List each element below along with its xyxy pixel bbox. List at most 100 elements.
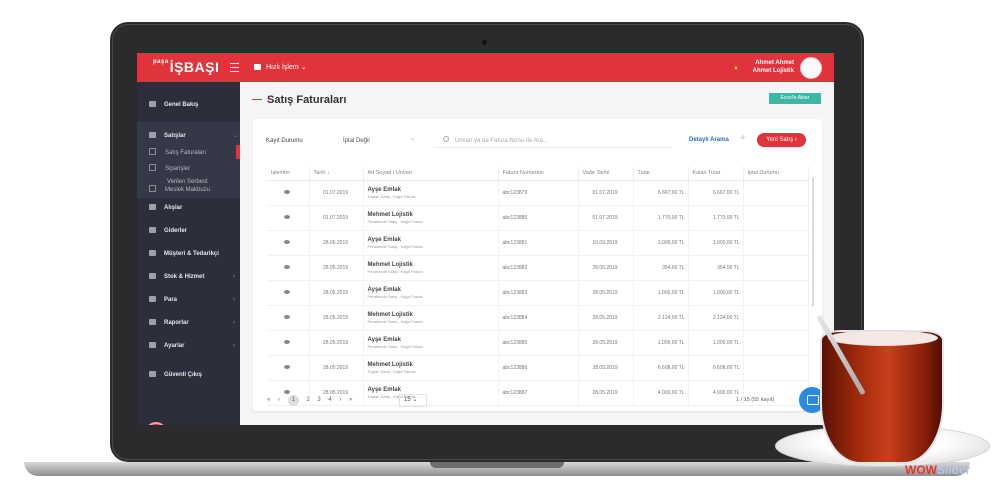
column-header[interactable]: Fatura Numarası	[498, 166, 579, 181]
due-date-cell: 28.05.2019	[578, 380, 634, 406]
sidebar-item-logout[interactable]: Güvenli Çıkış	[149, 370, 202, 380]
date-cell: 28.05.2019	[309, 280, 364, 306]
search-input[interactable]: Unvan ya da Fatura No'su ile Ara...	[435, 135, 672, 148]
sidebar-item-sales-invoices[interactable]: Satış Faturaları	[149, 148, 206, 158]
app-screen: paşaİŞBAŞI Hızlı İşlem ⌄ ▲ Ahmet Ahmet Ah…	[137, 53, 834, 425]
sidebar-item-overview[interactable]: Genel Bakış	[149, 100, 198, 110]
notification-bell-icon[interactable]	[145, 422, 167, 425]
view-icon[interactable]	[284, 240, 291, 244]
invoice-type: Toptan Satış - Kağıt Fatura	[367, 368, 416, 374]
table-cell	[267, 255, 310, 281]
table-row[interactable]: 01.07.2019 Ayşe Emlak Toptan Satış - Kağıt…	[267, 180, 809, 206]
menu-toggle-icon[interactable]	[230, 63, 239, 72]
column-header[interactable]: Tarih ↓	[309, 166, 364, 181]
column-header[interactable]: Tutar	[633, 166, 689, 181]
sidebar-item-receipt[interactable]: Meslek Makbuzu	[149, 185, 210, 195]
plus-icon[interactable]: +	[740, 133, 746, 144]
view-icon[interactable]	[284, 365, 291, 369]
new-sale-button[interactable]: Yeni Satış ›	[757, 133, 806, 147]
invoice-type: Perakende Satış - Kağıt Fatura	[367, 343, 423, 349]
remaining-amount-cell: 1.770,00 TL	[688, 205, 744, 231]
view-icon[interactable]	[284, 340, 291, 344]
invoice-type: Perakende Satış - Kağıt Fatura	[367, 218, 423, 224]
table-row[interactable]: 28.05.2019 Ayşe Emlak Perakende Satış - Ka…	[267, 330, 809, 356]
table-cell	[743, 255, 809, 281]
table-scrollbar[interactable]	[812, 177, 814, 307]
view-icon[interactable]	[284, 390, 291, 394]
sidebar-item-expenses[interactable]: Giderler	[149, 226, 187, 236]
sidebar-item-purchases[interactable]: Alışlar	[149, 203, 182, 213]
invoice-card: Kayıt Durumu İptal Değil Unvan ya da Fat…	[253, 119, 822, 411]
user-menu[interactable]: Ahmet Ahmet Ahmet Lojistik	[753, 59, 794, 75]
amount-cell: 6.667,00 TL	[633, 180, 689, 206]
amount-cell: 2.124,00 TL	[633, 305, 689, 331]
view-icon[interactable]	[284, 315, 291, 319]
sidebar-item-reports[interactable]: Raporlar ›	[149, 318, 235, 328]
sidebar-item-sales[interactable]: Satışlar ⌄	[149, 131, 238, 141]
table-cell: Ayşe Emlak Perakende Satış - Kağıt Fatura	[363, 280, 499, 306]
page-size-select[interactable]: 15 ⌄	[399, 394, 427, 407]
invoice-type: Perakende Satış - Kağıt Fatura	[367, 243, 423, 249]
amount-cell: 1.000,00 TL	[633, 330, 689, 356]
view-icon[interactable]	[284, 290, 291, 294]
remaining-amount-cell: 6.667,00 TL	[688, 180, 744, 206]
table-cell	[743, 230, 809, 256]
invoice-type: Toptan Satış - Kağıt Fatura	[367, 193, 416, 199]
quick-action-menu[interactable]: Hızlı İşlem ⌄	[254, 63, 306, 71]
first-page-button[interactable]: «	[267, 397, 270, 403]
column-header[interactable]: İşlemler	[267, 166, 310, 181]
language-flag-icon[interactable]: ▲	[733, 65, 739, 71]
table-row[interactable]: 28.05.2019 Ayşe Emlak Perakende Satış - Ka…	[267, 280, 809, 306]
column-header[interactable]: Vade Tarihi	[578, 166, 634, 181]
column-header[interactable]: Ad Soyad / Unvan	[363, 166, 499, 181]
table-cell	[267, 330, 310, 356]
prev-page-button[interactable]: ‹	[278, 397, 280, 403]
page-button[interactable]: 3	[317, 397, 320, 403]
invoice-number-cell: abc123887	[498, 380, 579, 406]
table-row[interactable]: 28.06.2019 Ayşe Emlak Perakende Satış - Ka…	[267, 230, 809, 256]
view-icon[interactable]	[284, 215, 291, 219]
app-logo[interactable]: paşaİŞBAŞI	[153, 59, 219, 75]
sidebar-item-money[interactable]: Para ›	[149, 295, 235, 305]
table-cell: Mehmet Lojistik Perakende Satış - Kağıt F…	[363, 255, 499, 281]
next-page-button[interactable]: ›	[339, 397, 341, 403]
customer-name: Ayşe Emlak	[367, 286, 401, 293]
table-row[interactable]: 01.07.2019 Mehmet Lojistik Perakende Satış…	[267, 205, 809, 231]
view-icon[interactable]	[284, 265, 291, 269]
watermark: WOWSlider	[905, 463, 971, 477]
date-cell: 28.06.2019	[309, 230, 364, 256]
excel-export-button[interactable]: Excel'e Aktar	[769, 93, 821, 104]
column-header[interactable]: İptal Durumu	[743, 166, 809, 181]
table-row[interactable]: 28.05.2019 Mehmet Lojistik Toptan Satış - …	[267, 355, 809, 381]
avatar[interactable]	[800, 57, 822, 79]
page-button[interactable]: 1	[287, 395, 299, 406]
sidebar-item-orders[interactable]: Siparişler	[149, 164, 190, 174]
customer-name: Ayşe Emlak	[367, 336, 401, 343]
page-button[interactable]: 2	[306, 397, 309, 403]
invoice-number-cell: abc123883	[498, 280, 579, 306]
last-page-button[interactable]: »	[349, 397, 352, 403]
invoice-number-cell: abc123881	[498, 230, 579, 256]
sidebar-item-customers[interactable]: Müşteri & Tedarikçi	[149, 249, 219, 259]
chart-icon	[149, 319, 156, 325]
table-cell	[267, 180, 310, 206]
table-row[interactable]: 28.05.2019 Mehmet Lojistik Perakende Satış…	[267, 255, 809, 281]
amount-cell: 3.000,00 TL	[633, 230, 689, 256]
table-cell: Mehmet Lojistik Perakende Satış - Kağıt F…	[363, 305, 499, 331]
sidebar-item-settings[interactable]: Ayarlar ›	[149, 341, 235, 351]
column-header[interactable]: Kalan Tutar	[688, 166, 744, 181]
status-filter-select[interactable]: İptal Değil	[336, 133, 421, 147]
detailed-search-link[interactable]: Detaylı Arama	[689, 137, 729, 143]
amount-cell: 4.000,00 TL	[633, 380, 689, 406]
remaining-amount-cell: 354,00 TL	[688, 255, 744, 281]
laptop-notch	[430, 462, 564, 468]
table-cell	[267, 305, 310, 331]
remaining-amount-cell: 1.000,00 TL	[688, 330, 744, 356]
page-button[interactable]: 4	[328, 397, 331, 403]
view-icon[interactable]	[284, 190, 291, 194]
sidebar-item-stock[interactable]: Stok & Hizmet ›	[149, 272, 235, 282]
table-cell	[743, 280, 809, 306]
table-row[interactable]: 28.05.2019 Mehmet Lojistik Perakende Satış…	[267, 305, 809, 331]
customer-name: Mehmet Lojistik	[367, 311, 413, 318]
list-icon	[149, 164, 156, 171]
